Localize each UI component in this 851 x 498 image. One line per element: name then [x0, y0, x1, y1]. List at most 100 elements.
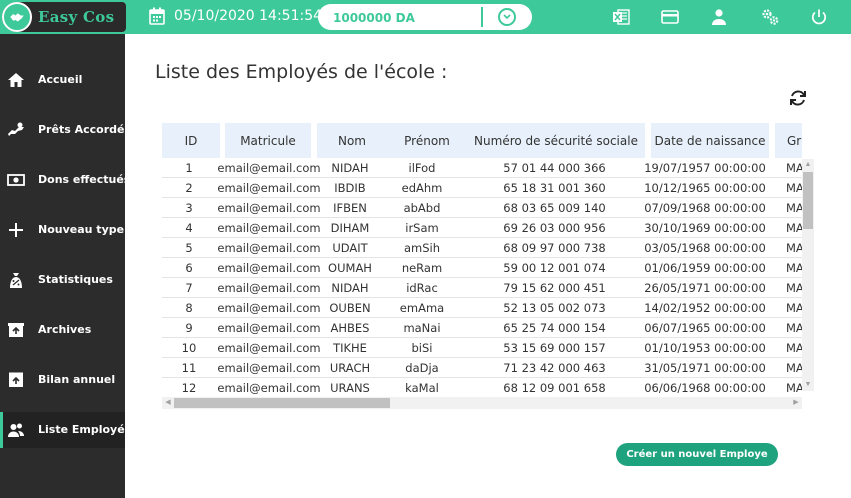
sidebar: Accueil Prêts Accordés Dons effectués No… — [0, 34, 131, 498]
sidebar-item-nouveau-type[interactable]: Nouveau type — [0, 212, 125, 248]
settings-icon[interactable] — [761, 8, 779, 26]
cell-grade: MA — [786, 361, 802, 375]
cell-grade: MA — [786, 221, 802, 235]
cell-date-naissance: 03/05/1968 00:00:00 — [644, 241, 766, 255]
table-row[interactable]: 10 email@email.com TIKHE biSi 53 15 69 000 1… — [162, 338, 802, 358]
horizontal-scroll-thumb[interactable] — [174, 398, 390, 408]
sidebar-item-accueil[interactable]: Accueil — [0, 62, 125, 98]
cell-grade: MA — [786, 321, 802, 335]
cell-secu: 71 23 42 000 463 — [503, 361, 606, 375]
sidebar-item-archives[interactable]: Archives — [0, 312, 125, 348]
upload-icon — [9, 372, 23, 387]
column-header-date-naissance[interactable]: Date de naissance — [651, 123, 769, 158]
cell-date-naissance: 01/06/1959 00:00:00 — [644, 261, 766, 275]
column-header-secu[interactable]: Numéro de sécurité sociale — [467, 123, 645, 158]
table-row[interactable]: 2 email@email.com IBDIB edAhm 65 18 31 001 3… — [162, 178, 802, 198]
cell-matricule: email@email.com — [217, 241, 321, 255]
archive-icon — [8, 323, 24, 337]
cell-date-naissance: 07/09/1968 00:00:00 — [644, 201, 766, 215]
table-row[interactable]: 11 email@email.com URACH daDja 71 23 42 000 … — [162, 358, 802, 378]
cell-nom: TIKHE — [333, 341, 367, 355]
power-icon[interactable] — [810, 8, 828, 26]
cell-prenom: idRac — [406, 281, 438, 295]
sidebar-item-dons[interactable]: Dons effectués — [0, 162, 130, 198]
cell-matricule: email@email.com — [217, 161, 321, 175]
cell-secu: 65 18 31 001 360 — [503, 181, 606, 195]
sidebar-item-label: Liste Employés — [38, 423, 132, 436]
excel-icon[interactable] — [612, 8, 630, 26]
column-header-grade[interactable]: Gra — [775, 123, 802, 158]
budget-selector[interactable]: 1000000 DA — [318, 4, 532, 30]
cell-prenom: edAhm — [401, 181, 443, 195]
plus-icon — [9, 223, 23, 237]
cell-nom: IBDIB — [334, 181, 366, 195]
credit-card-icon[interactable] — [661, 8, 679, 26]
table-row[interactable]: 1 email@email.com NIDAH ilFod 57 01 44 000 3… — [162, 158, 802, 178]
cell-secu: 68 09 97 000 738 — [503, 241, 606, 255]
cell-secu: 65 25 74 000 154 — [503, 321, 606, 335]
cell-prenom: abAbd — [403, 201, 441, 215]
stats-icon — [10, 273, 22, 288]
cell-grade: MA — [786, 181, 802, 195]
cell-date-naissance: 14/02/1952 00:00:00 — [644, 301, 766, 315]
sidebar-item-label: Dons effectués — [38, 173, 131, 186]
vertical-scroll-thumb[interactable] — [803, 172, 813, 229]
cell-id: 8 — [185, 301, 193, 315]
scroll-down-arrow-icon[interactable]: ▼ — [804, 381, 812, 389]
horizontal-scrollbar[interactable]: ◀ ▶ — [162, 397, 802, 409]
budget-separator — [481, 7, 483, 27]
sidebar-item-prets[interactable]: Prêts Accordés — [0, 112, 131, 148]
table-row[interactable]: 8 email@email.com OUBEN emAma 52 13 05 002 0… — [162, 298, 802, 318]
cell-matricule: email@email.com — [217, 321, 321, 335]
table-row[interactable]: 7 email@email.com NIDAH idRac 79 15 62 000 4… — [162, 278, 802, 298]
cell-date-naissance: 26/05/1971 00:00:00 — [644, 281, 766, 295]
budget-amount: 1000000 DA — [333, 11, 415, 25]
cell-nom: OUMAH — [328, 261, 372, 275]
table-row[interactable]: 6 email@email.com OUMAH neRam 59 00 12 001 0… — [162, 258, 802, 278]
refresh-icon[interactable] — [788, 89, 808, 107]
column-header-matricule[interactable]: Matricule — [225, 123, 311, 158]
scroll-up-arrow-icon[interactable]: ▲ — [804, 161, 812, 169]
table-row[interactable]: 9 email@email.com AHBES maNai 65 25 74 000 1… — [162, 318, 802, 338]
sidebar-item-label: Nouveau type — [38, 223, 125, 236]
user-icon[interactable] — [710, 8, 728, 26]
column-header-nom[interactable]: Nom — [317, 123, 387, 158]
cell-date-naissance: 01/10/1953 00:00:00 — [644, 341, 766, 355]
column-header-prenom[interactable]: Prénom — [387, 123, 467, 158]
app-logo[interactable]: Easy Cos — [2, 2, 126, 32]
calendar-icon — [149, 7, 165, 25]
cell-prenom: neRam — [401, 261, 443, 275]
cell-grade: MA — [786, 281, 802, 295]
employees-table: ID Matricule Nom Prénom Numéro de sécuri… — [162, 123, 802, 410]
table-row[interactable]: 4 email@email.com DIHAM irSam 69 26 03 000 9… — [162, 218, 802, 238]
cell-prenom: kaMal — [405, 381, 439, 395]
cell-id: 3 — [185, 201, 193, 215]
cell-matricule: email@email.com — [217, 201, 321, 215]
cell-id: 9 — [185, 321, 193, 335]
cell-prenom: ilFod — [408, 161, 436, 175]
sidebar-item-statistiques[interactable]: Statistiques — [0, 262, 125, 298]
cell-prenom: daDja — [405, 361, 439, 375]
cell-prenom: irSam — [405, 221, 439, 235]
current-datetime: 05/10/2020 14:51:54 — [174, 8, 323, 24]
cell-nom: OUBEN — [329, 301, 371, 315]
sidebar-item-label: Bilan annuel — [38, 373, 116, 386]
cell-secu: 68 12 09 001 658 — [503, 381, 606, 395]
cell-prenom: amSih — [403, 241, 441, 255]
vertical-scrollbar[interactable]: ▲ ▼ — [802, 159, 814, 391]
cell-nom: IFBEN — [333, 201, 367, 215]
cell-matricule: email@email.com — [217, 381, 321, 395]
chevron-down-icon[interactable] — [498, 8, 516, 26]
table-row[interactable]: 12 email@email.com URANS kaMal 68 12 09 001 … — [162, 378, 802, 398]
scroll-right-arrow-icon[interactable]: ▶ — [792, 399, 800, 407]
column-header-id[interactable]: ID — [162, 123, 220, 158]
cell-date-naissance: 06/06/1968 00:00:00 — [644, 381, 766, 395]
scroll-left-arrow-icon[interactable]: ◀ — [164, 399, 172, 407]
sidebar-item-liste-employes[interactable]: Liste Employés — [0, 412, 131, 448]
cell-id: 2 — [185, 181, 193, 195]
sidebar-item-bilan[interactable]: Bilan annuel — [0, 362, 125, 398]
create-employee-button[interactable]: Créer un nouvel Employe — [616, 443, 778, 466]
table-row[interactable]: 5 email@email.com UDAIT amSih 68 09 97 000 7… — [162, 238, 802, 258]
cell-nom: DIHAM — [330, 221, 370, 235]
table-row[interactable]: 3 email@email.com IFBEN abAbd 68 03 65 009 1… — [162, 198, 802, 218]
